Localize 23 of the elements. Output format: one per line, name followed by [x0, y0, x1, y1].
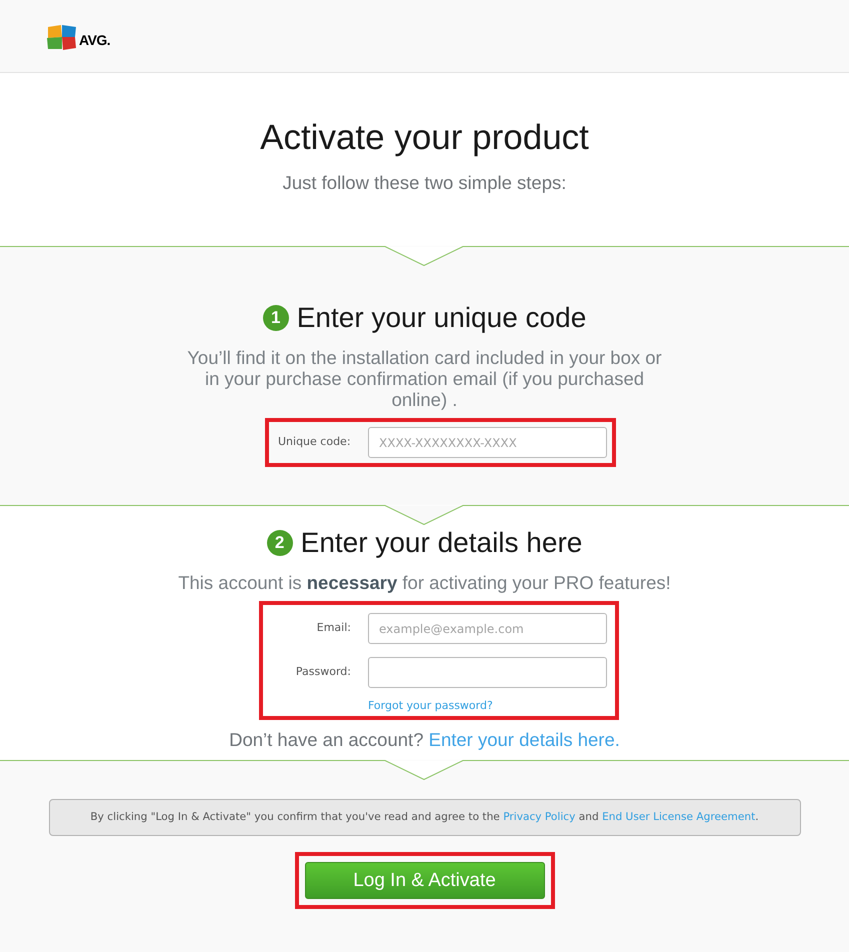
activate-button[interactable]: Log In & Activate: [304, 862, 544, 899]
step-description: This account is necessary for activating your PRO features!: [178, 571, 671, 595]
brand-name: AVG.: [79, 32, 110, 48]
page-subtitle: Just follow these two simple steps:: [282, 172, 566, 194]
terms-link[interactable]: End User License Agreement: [602, 810, 756, 826]
email-field[interactable]: example@example.com: [368, 613, 607, 644]
step-title: Enter your unique code: [296, 301, 586, 335]
field-label: Email:: [316, 620, 351, 636]
step-number: 2: [266, 530, 293, 556]
field-label: Unique code:: [278, 434, 352, 450]
step-number: 1: [262, 305, 289, 331]
step-description: You’ll find it on the installation card included in your box or in your purchase confirmation email (if you purchased online) .: [186, 347, 663, 410]
password-field[interactable]: [368, 657, 607, 688]
field-label: Password:: [294, 664, 351, 680]
signup-link[interactable]: Enter your details here.: [428, 729, 620, 750]
page-title: Activate your product: [260, 118, 589, 158]
terms-notice: By clicking "Log In & Activate" you confirm that you've read and agree to the Privacy Policy and End User License Agreement.: [48, 799, 800, 836]
logo-icon: [47, 24, 77, 50]
forgot-password-link[interactable]: Forgot your password?: [368, 699, 493, 712]
code-field[interactable]: XXXX-XXXXXXXX-XXXX: [368, 427, 607, 458]
terms-link[interactable]: Privacy Policy: [503, 810, 576, 826]
step-title: Enter your details here: [300, 526, 582, 560]
signup-prompt: Don’t have an account? Enter your details here.: [229, 728, 620, 752]
